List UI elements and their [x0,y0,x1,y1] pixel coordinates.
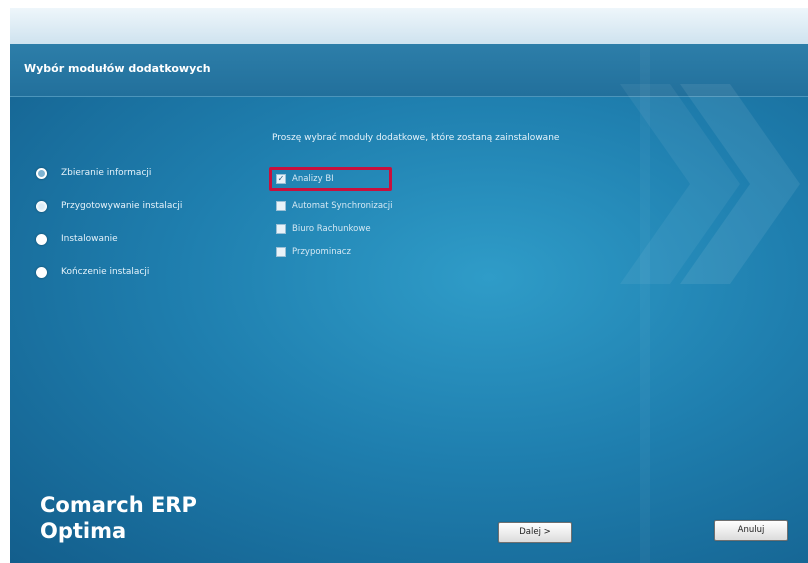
checkbox-icon[interactable] [276,224,286,234]
next-button[interactable]: Dalej > [498,522,572,543]
modules-prompt: Proszę wybrać moduły dodatkowe, które zo… [272,133,560,143]
checkbox-icon[interactable] [276,201,286,211]
step-label: Zbieranie informacji [61,168,152,178]
module-label: Przypominacz [292,247,351,257]
step-bullet-icon [36,233,47,245]
installation-steps: Zbieranie informacji Przygotowywanie ins… [36,164,182,296]
module-list: ✓ Analizy BI Automat Synchronizacji Biur… [269,167,393,267]
step-installing: Instalowanie [36,230,182,248]
cancel-button[interactable]: Anuluj [714,520,788,541]
step-collecting-info: Zbieranie informacji [36,164,182,182]
step-bullet-icon [36,266,47,278]
window-title-bar [10,8,808,45]
brand-logo: Comarch ERP Optima [40,492,197,544]
checkbox-icon[interactable] [276,247,286,257]
brand-line-2: Optima [40,519,127,543]
brand-line-1: Comarch ERP [40,493,197,517]
module-przypominacz[interactable]: Przypominacz [276,244,392,260]
installer-window: Wybór modułów dodatkowych Zbieranie info… [10,44,808,563]
step-finishing: Kończenie instalacji [36,263,182,281]
module-automat-synchronizacji[interactable]: Automat Synchronizacji [276,198,392,214]
chevron-decoration [620,44,800,563]
step-label: Kończenie instalacji [61,267,150,277]
step-active-icon [36,167,47,179]
step-bullet-icon [36,200,47,212]
module-biuro-rachunkowe[interactable]: Biuro Rachunkowe [276,221,392,237]
module-label: Analizy BI [292,174,334,184]
module-analizy-bi[interactable]: ✓ Analizy BI [269,167,393,191]
step-label: Przygotowywanie instalacji [61,201,183,211]
module-label: Automat Synchronizacji [292,201,393,211]
checkbox-checked-icon[interactable]: ✓ [276,174,286,184]
step-label: Instalowanie [61,234,118,244]
module-label: Biuro Rachunkowe [292,224,371,234]
step-preparing: Przygotowywanie instalacji [36,197,182,215]
page-title: Wybór modułów dodatkowych [24,62,211,75]
